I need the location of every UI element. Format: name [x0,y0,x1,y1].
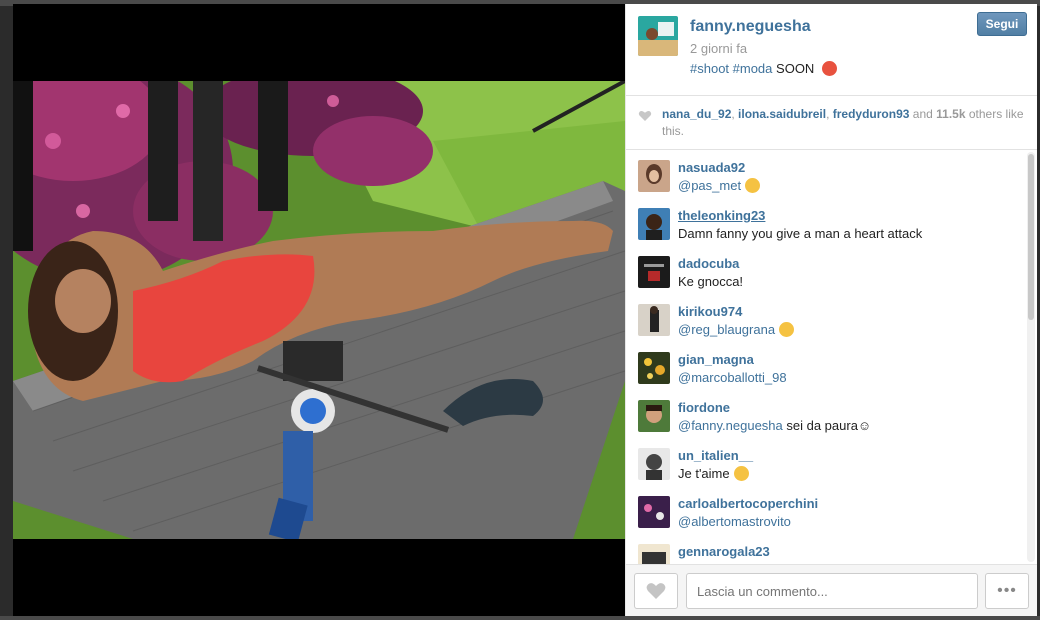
comment-item: fiordone @fanny.neguesha sei da paura☺ [626,390,1037,438]
comment-mention[interactable]: @marcoballotti_98 [678,370,787,385]
comment-mention[interactable]: @albertomastrovito [678,514,791,529]
post-header: fanny.neguesha 2 giorni fa #shoot #moda … [626,4,1037,96]
post-timestamp[interactable]: 2 giorni fa [690,41,747,56]
post-modal: fanny.neguesha 2 giorni fa #shoot #moda … [13,4,1037,616]
comment-mention[interactable]: @reg_blaugrana [678,322,775,337]
commenter-avatar[interactable] [638,448,670,480]
comment-text: @reg_blaugrana [678,322,795,337]
commenter-username[interactable]: carloalbertocoperchini [678,496,818,511]
commenter-username[interactable]: nasuada92 [678,160,745,175]
comment-item: dadocuba Ke gnocca! [626,246,1037,294]
comments-scroll-thumb[interactable] [1028,154,1034,320]
comment-item: nasuada92 @pas_met [626,150,1037,198]
post-owner-username[interactable]: fanny.neguesha [690,18,811,36]
comment-mention[interactable]: @fanny.neguesha [678,418,783,433]
commenter-avatar[interactable] [638,304,670,336]
commenter-username[interactable]: gian_magna [678,352,754,367]
comment-mention[interactable]: @pas_met [678,178,741,193]
comment-item: gian_magna @marcoballotti_98 [626,342,1037,390]
likes-and-text: and [912,107,933,121]
commenter-username[interactable]: gennarogala23 [678,544,770,559]
liker-username[interactable]: fredyduron93 [833,107,910,121]
commenter-avatar[interactable] [638,544,670,564]
commenter-username[interactable]: un_italien__ [678,448,753,463]
liker-username[interactable]: ilona.saidubreil [738,107,826,121]
comment-item: un_italien__ Je t'aime [626,438,1037,486]
post-photo[interactable] [13,81,625,539]
tongue-emoji-icon [821,61,837,76]
commenter-avatar[interactable] [638,496,670,528]
crying-emoji-icon [779,322,795,337]
comment-item: gennarogala23 [626,534,1037,564]
likes-summary: nana_du_92, ilona.saidubreil, fredyduron… [626,96,1037,150]
commenter-avatar[interactable] [638,256,670,288]
comment-text: Damn fanny you give a man a heart attack [678,226,923,241]
comment-text: Ke gnocca! [678,274,744,289]
comment-bar: ••• [626,564,1037,616]
heart-eyes-emoji-icon [733,466,749,481]
more-options-button[interactable]: ••• [985,573,1029,609]
post-caption: #shoot #moda SOON [690,61,837,76]
comment-text: @marcoballotti_98 [678,370,787,385]
comment-text: @fanny.neguesha sei da paura☺ [678,418,871,433]
follow-button[interactable]: Segui [977,12,1027,36]
heart-icon [638,111,652,121]
comment-item: carloalbertocoperchini @albertomastrovit… [626,486,1037,534]
backdrop-strip-bottom [0,616,1040,620]
commenter-avatar[interactable] [638,400,670,432]
owner-avatar[interactable] [638,16,678,56]
heart-icon [646,583,666,599]
commenter-avatar[interactable] [638,352,670,384]
post-sidebar: fanny.neguesha 2 giorni fa #shoot #moda … [625,4,1037,616]
comment-body: sei da paura☺ [782,418,872,433]
commenter-username[interactable]: dadocuba [678,256,739,271]
commenter-username[interactable]: theleonking23 [678,208,765,223]
comments-list: nasuada92 @pas_met theleonking23 Damn fa… [626,150,1037,564]
commenter-avatar[interactable] [638,208,670,240]
caption-text: SOON [776,61,815,76]
comment-item: theleonking23 Damn fanny you give a man … [626,198,1037,246]
liker-username[interactable]: nana_du_92 [662,107,731,121]
photo-pane [13,4,625,616]
likes-count[interactable]: 11.5k [936,107,965,121]
comment-text: Je t'aime [678,466,749,481]
caption-hashtags[interactable]: #shoot #moda [690,61,772,76]
commenter-username[interactable]: kirikou974 [678,304,742,319]
commenter-avatar[interactable] [638,160,670,192]
smirk-emoji-icon [745,178,761,193]
comment-body: Je t'aime [678,466,730,481]
comment-item: kirikou974 @reg_blaugrana [626,294,1037,342]
comment-text: @pas_met [678,178,761,193]
comment-input[interactable] [686,573,978,609]
like-button[interactable] [634,573,678,609]
commenter-username[interactable]: fiordone [678,400,730,415]
comment-text: @albertomastrovito [678,514,791,529]
